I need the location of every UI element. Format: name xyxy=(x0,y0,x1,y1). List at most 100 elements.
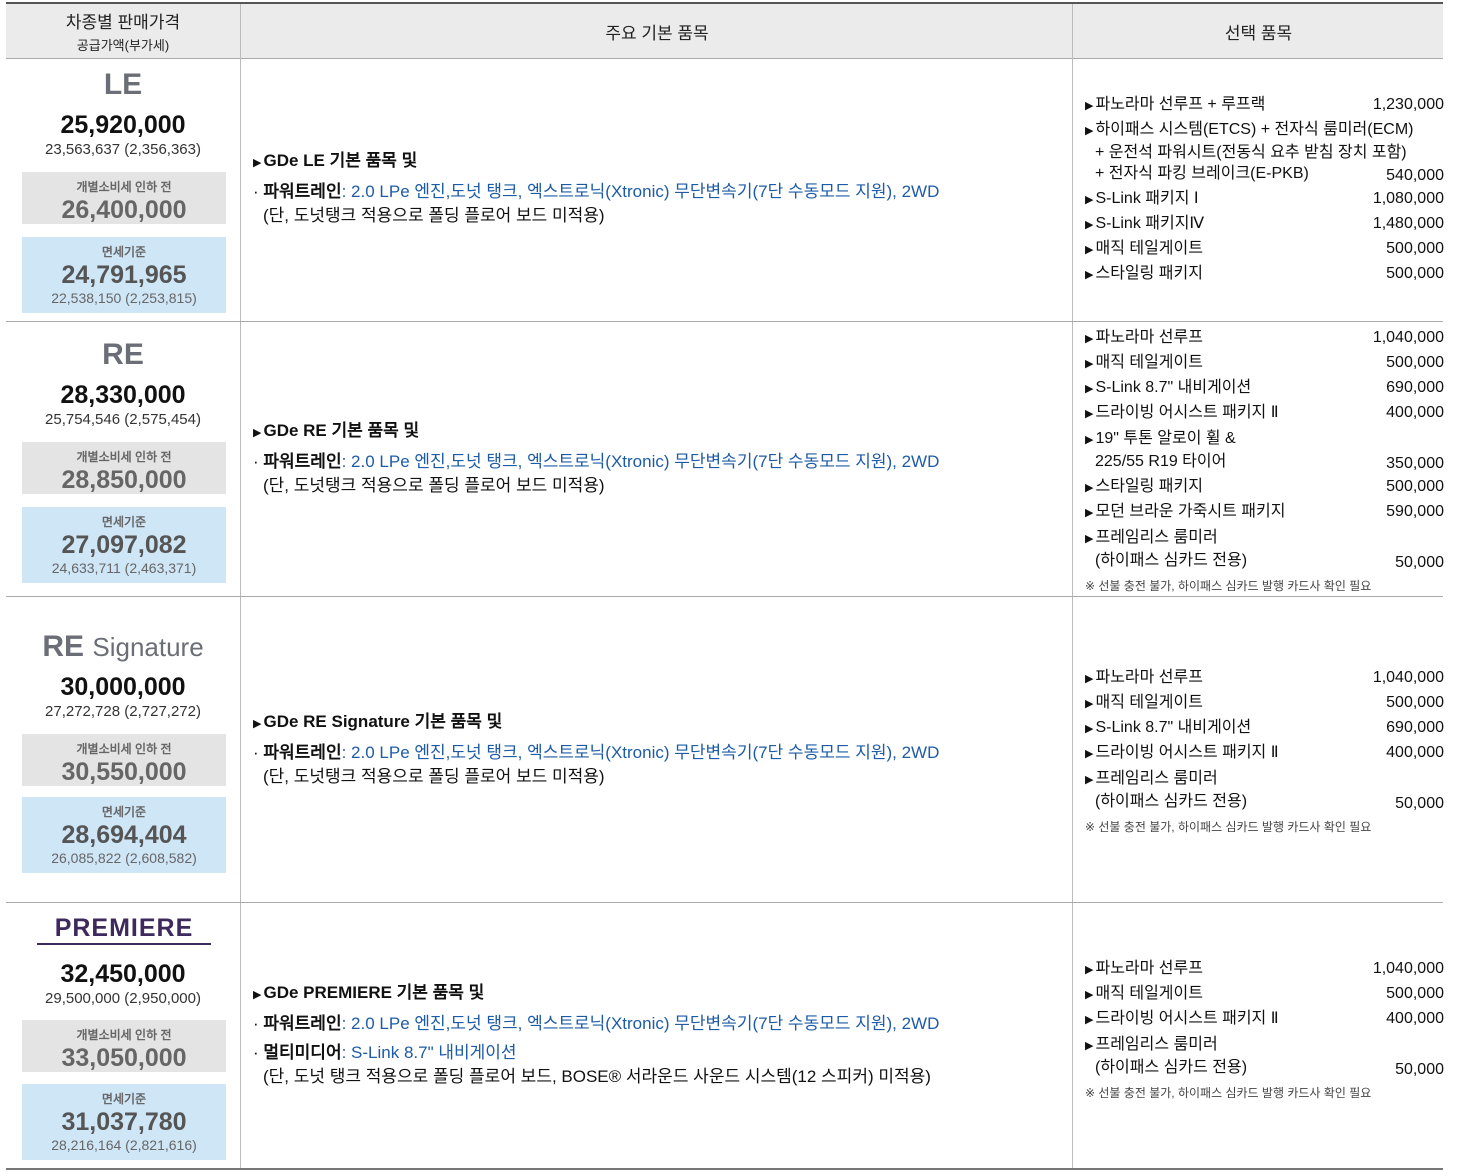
main-items-cell: ▶ GDe RE Signature 기본 품목 및 · 파워트레인: 2.0 L… xyxy=(240,597,1073,902)
options-list: ▶ 파노라마 선루프 1,040,000 ▶ 매직 테일게이트 500,000 ▶ S-L… xyxy=(1085,325,1444,594)
tax-free-box: 면세기준 28,694,404 26,085,822 (2,608,582) xyxy=(22,797,226,873)
list-item: ▶ S-Link 8.7" 내비게이션 690,000 xyxy=(1085,719,1444,736)
tax-free-supply: 24,633,711 (2,463,371) xyxy=(51,560,197,576)
bullet-icon: ▶ xyxy=(1085,333,1094,345)
pre-tax-label: 개별소비세 인하 전 xyxy=(76,180,172,194)
bullet-icon: ▶ xyxy=(1085,989,1094,1001)
list-item: ▶ 프레임리스 룸미러 (하이패스 심카드 전용) 50,000 xyxy=(1085,529,1444,571)
list-item: ▶ 스타일링 패키지 500,000 xyxy=(1085,265,1444,282)
options-note: ※ 선불 충전 불가, 하이패스 심카드 발행 카드사 확인 필요 xyxy=(1085,579,1372,593)
main-items-cell: ▶ GDe LE 기본 품목 및 · 파워트레인: 2.0 LPe 엔진,도넛 탱… xyxy=(240,58,1073,321)
main-items-note: (단, 도넛 탱크 적용으로 폴딩 플로어 보드, BOSE® 서라운드 사운드… xyxy=(263,1067,931,1086)
bullet-icon: ▶ xyxy=(1085,244,1094,256)
main-items: ▶ GDe PREMIERE 기본 품목 및 · 파워트레인: 2.0 LPe 엔… xyxy=(253,981,1063,1089)
premiere-logo-text: PREMIERE xyxy=(55,914,194,942)
header-price-subtitle: 공급가액(부가세) xyxy=(76,38,170,53)
list-item: ▶ 프레임리스 룸미러 (하이패스 심카드 전용) 50,000 xyxy=(1085,770,1444,812)
main-items-cell: ▶ GDe PREMIERE 기본 품목 및 · 파워트레인: 2.0 LPe 엔… xyxy=(240,903,1073,1168)
main-items: ▶ GDe RE 기본 품목 및 · 파워트레인: 2.0 LPe 엔진,도넛 탱… xyxy=(253,419,1063,498)
bullet-icon: ▶ xyxy=(1085,269,1094,281)
header-price-title: 차종별 판매가격 xyxy=(65,13,181,32)
tax-free-label: 면세기준 xyxy=(101,515,147,529)
main-items-cell: ▶ GDe RE 기본 품목 및 · 파워트레인: 2.0 LPe 엔진,도넛 탱… xyxy=(240,322,1073,596)
options-cell: ▶ 파노라마 선루프 + 루프랙 1,230,000 ▶ 하이패스 시스템(ETCS)… xyxy=(1072,58,1444,321)
list-item: ▶ S-Link 8.7" 내비게이션 690,000 xyxy=(1085,379,1444,396)
price-cell: RE Signature 30,000,000 27,272,728 (2,72… xyxy=(6,597,240,902)
table-bottom-rule xyxy=(6,1168,1443,1170)
table-header: 차종별 판매가격 공급가액(부가세) 주요 기본 품목 선택 품목 xyxy=(6,2,1443,59)
main-items-title: ▶ GDe RE Signature 기본 품목 및 xyxy=(253,712,503,731)
trim-name: LE xyxy=(103,68,143,101)
list-item: ▶ 하이패스 시스템(ETCS) + 전자식 룸미러(ECM) + 운전석 파워시트… xyxy=(1085,121,1444,184)
pre-tax-box: 개별소비세 인하 전 30,550,000 xyxy=(22,734,226,786)
trim-name: RE xyxy=(102,338,144,371)
bullet-icon: ▶ xyxy=(1085,1040,1094,1052)
retail-price: 32,450,000 xyxy=(60,960,186,988)
tax-free-box: 면세기준 24,791,965 22,538,150 (2,253,815) xyxy=(22,237,226,313)
multimedia-line: · 멀티미디어: S-Link 8.7" 내비게이션 xyxy=(253,1043,517,1062)
list-item: ▶ S-Link 패키지 Ⅰ 1,080,000 xyxy=(1085,190,1444,207)
tax-free-supply: 28,216,164 (2,821,616) xyxy=(51,1137,197,1153)
bullet-icon: ▶ xyxy=(1085,723,1094,735)
main-items-title: ▶ GDe LE 기본 품목 및 xyxy=(253,151,418,170)
header-options-col: 선택 품목 xyxy=(1072,4,1444,58)
tax-free-price: 24,791,965 xyxy=(61,261,187,289)
bullet-icon: ▶ xyxy=(1085,219,1094,231)
price-cell: LE 25,920,000 23,563,637 (2,356,363) 개별소… xyxy=(6,58,240,321)
bullet-icon: ▶ xyxy=(1085,774,1094,786)
pre-tax-box: 개별소비세 인하 전 28,850,000 xyxy=(22,442,226,494)
list-item: ▶ 파노라마 선루프 1,040,000 xyxy=(1085,669,1444,686)
pre-tax-price: 30,550,000 xyxy=(61,758,187,786)
bullet-icon: ▶ xyxy=(253,718,262,730)
bullet-icon: ▶ xyxy=(1085,964,1094,976)
tax-free-price: 27,097,082 xyxy=(61,531,187,559)
tax-free-price: 31,037,780 xyxy=(61,1108,187,1136)
tax-free-label: 면세기준 xyxy=(101,245,147,259)
list-item: ▶ 드라이빙 어시스트 패키지 Ⅱ 400,000 xyxy=(1085,744,1444,761)
pre-tax-price: 33,050,000 xyxy=(61,1044,187,1072)
options-cell: ▶ 파노라마 선루프 1,040,000 ▶ 매직 테일게이트 500,000 ▶ S-L… xyxy=(1072,597,1444,902)
price-cell: PREMIERE 32,450,000 29,500,000 (2,950,00… xyxy=(6,903,240,1168)
list-item: ▶ 매직 테일게이트 500,000 xyxy=(1085,694,1444,711)
powertrain-line: · 파워트레인: 2.0 LPe 엔진,도넛 탱크, 엑스트로닉(Xtronic… xyxy=(253,1014,940,1033)
supply-price: 29,500,000 (2,950,000) xyxy=(45,990,201,1007)
pre-tax-box: 개별소비세 인하 전 33,050,000 xyxy=(22,1020,226,1072)
bullet-icon: ▶ xyxy=(1085,482,1094,494)
retail-price: 28,330,000 xyxy=(60,381,186,409)
options-note: ※ 선불 충전 불가, 하이패스 심카드 발행 카드사 확인 필요 xyxy=(1085,1086,1372,1100)
header-main-col: 주요 기본 품목 xyxy=(240,4,1073,58)
main-items-note: (단, 도넛탱크 적용으로 폴딩 플로어 보드 미적용) xyxy=(263,767,605,786)
list-item: ▶ 매직 테일게이트 500,000 xyxy=(1085,354,1444,371)
options-list: ▶ 파노라마 선루프 1,040,000 ▶ 매직 테일게이트 500,000 ▶ 드라이… xyxy=(1085,956,1444,1101)
bullet-icon: ▶ xyxy=(1085,507,1094,519)
bullet-icon: ▶ xyxy=(1085,1014,1094,1026)
list-item: ▶ 파노라마 선루프 1,040,000 xyxy=(1085,960,1444,977)
list-item: ▶ 스타일링 패키지 500,000 xyxy=(1085,478,1444,495)
header-main-title: 주요 기본 품목 xyxy=(605,23,709,43)
header-price-col: 차종별 판매가격 공급가액(부가세) xyxy=(6,4,240,58)
bullet-icon: ▶ xyxy=(1085,194,1094,206)
tax-free-label: 면세기준 xyxy=(101,805,147,819)
options-note: ※ 선불 충전 불가, 하이패스 심카드 발행 카드사 확인 필요 xyxy=(1085,820,1372,834)
trim-row-re-signature: RE Signature 30,000,000 27,272,728 (2,72… xyxy=(6,597,1444,903)
retail-price: 30,000,000 xyxy=(60,673,186,701)
bullet-icon: ▶ xyxy=(1085,748,1094,760)
list-item: ▶ 드라이빙 어시스트 패키지 Ⅱ 400,000 xyxy=(1085,404,1444,421)
price-cell: RE 28,330,000 25,754,546 (2,575,454) 개별소… xyxy=(6,322,240,596)
options-cell: ▶ 파노라마 선루프 1,040,000 ▶ 매직 테일게이트 500,000 ▶ S-L… xyxy=(1072,322,1444,596)
tax-free-price: 28,694,404 xyxy=(61,821,187,849)
supply-price: 23,563,637 (2,356,363) xyxy=(45,141,201,158)
premiere-logo: PREMIERE xyxy=(37,914,211,945)
bullet-icon: ▶ xyxy=(1085,100,1094,112)
powertrain-line: · 파워트레인: 2.0 LPe 엔진,도넛 탱크, 엑스트로닉(Xtronic… xyxy=(253,743,940,762)
bullet-icon: ▶ xyxy=(1085,673,1094,685)
list-item: ▶ 19" 투톤 알로이 휠 & 225/55 R19 타이어 350,000 xyxy=(1085,430,1444,472)
trim-name: RE Signature xyxy=(42,630,204,663)
options-list: ▶ 파노라마 선루프 1,040,000 ▶ 매직 테일게이트 500,000 ▶ S-L… xyxy=(1085,665,1444,835)
header-options-title: 선택 품목 xyxy=(1224,23,1293,43)
retail-price: 25,920,000 xyxy=(60,111,186,139)
pre-tax-price: 26,400,000 xyxy=(61,196,187,224)
powertrain-line: · 파워트레인: 2.0 LPe 엔진,도넛 탱크, 엑스트로닉(Xtronic… xyxy=(253,452,940,471)
list-item: ▶ S-Link 패키지Ⅳ 1,480,000 xyxy=(1085,215,1444,232)
options-cell: ▶ 파노라마 선루프 1,040,000 ▶ 매직 테일게이트 500,000 ▶ 드라이… xyxy=(1072,903,1444,1168)
